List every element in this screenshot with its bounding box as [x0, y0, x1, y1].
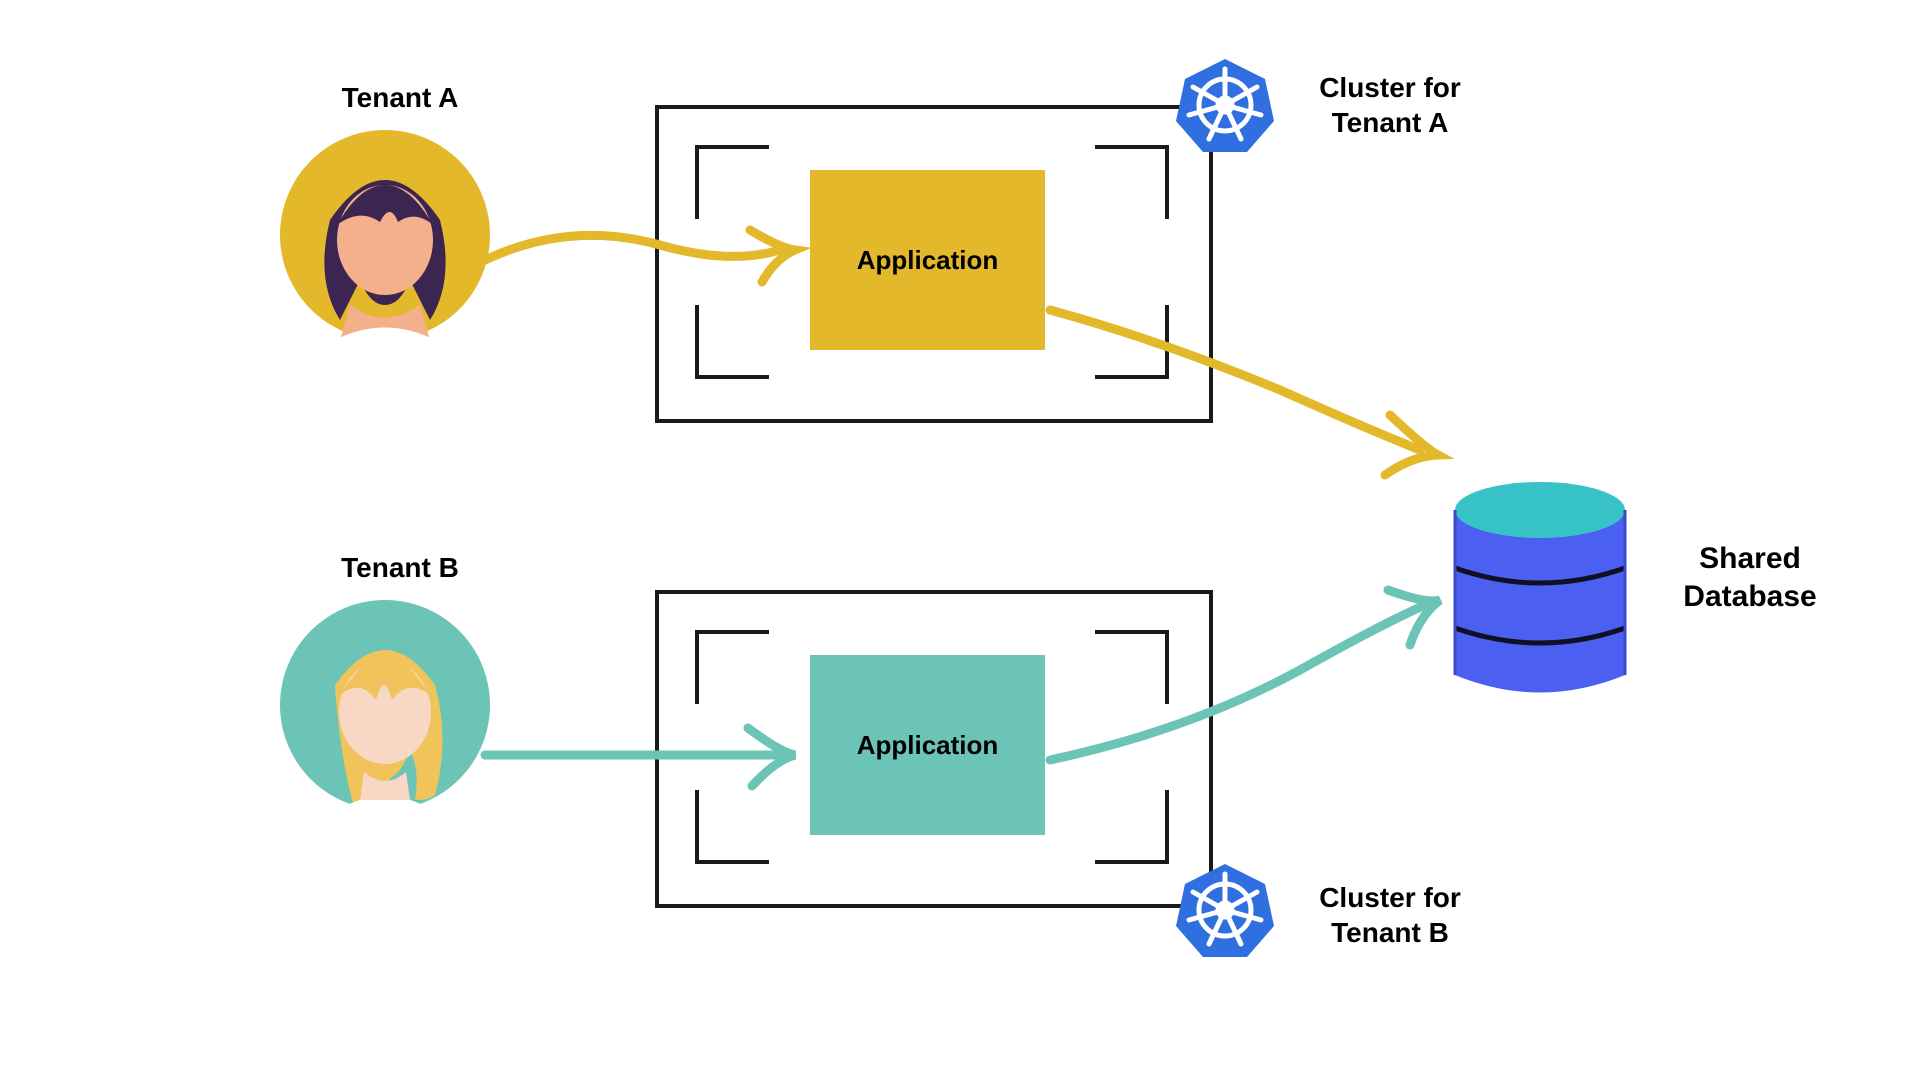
- application-a-label: Application: [857, 245, 999, 276]
- kubernetes-icon: [1175, 55, 1275, 155]
- tenant-a-avatar: [280, 130, 490, 340]
- tenant-a-label: Tenant A: [300, 80, 500, 115]
- user-avatar-icon: [280, 130, 490, 340]
- database-label: Shared Database: [1660, 540, 1840, 615]
- tenant-b-label: Tenant B: [300, 550, 500, 585]
- application-a-box: Application: [810, 170, 1045, 350]
- bracket: [695, 630, 769, 704]
- application-b-box: Application: [810, 655, 1045, 835]
- cluster-b-label: Cluster for Tenant B: [1290, 880, 1490, 950]
- database-icon: [1440, 460, 1640, 710]
- bracket: [1095, 790, 1169, 864]
- bracket: [1095, 145, 1169, 219]
- application-b-label: Application: [857, 730, 999, 761]
- arrow-app-a-to-db: [1040, 280, 1460, 500]
- arrow-tenant-b-to-app: [480, 700, 810, 820]
- user-avatar-icon: [280, 600, 490, 810]
- tenant-b-avatar: [280, 600, 490, 810]
- arrow-tenant-a-to-app: [480, 200, 810, 320]
- cluster-a-label: Cluster for Tenant A: [1290, 70, 1490, 140]
- arrow-app-b-to-db: [1040, 560, 1460, 800]
- kubernetes-icon: [1175, 860, 1275, 960]
